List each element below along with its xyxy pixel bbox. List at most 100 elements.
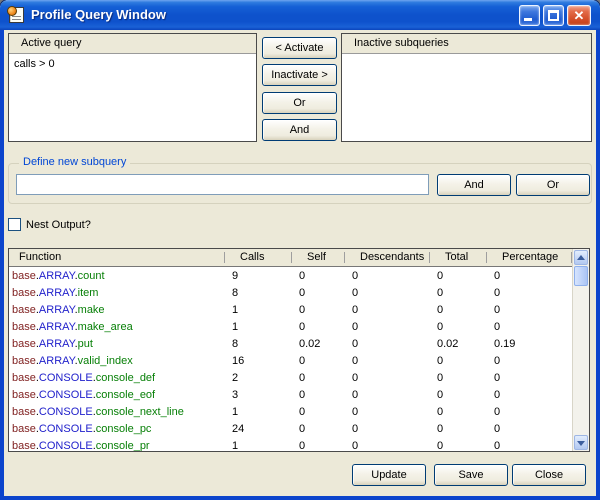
subquery-or-button[interactable]: Or: [516, 174, 590, 196]
window-title: Profile Query Window: [31, 0, 166, 30]
value-cell: 0: [429, 438, 486, 451]
minimize-button[interactable]: [519, 5, 540, 26]
app-icon: [9, 7, 24, 23]
value-cell: 0: [486, 302, 572, 319]
arrow-down-icon: [577, 441, 585, 446]
subquery-input[interactable]: [16, 174, 429, 195]
list-item[interactable]: calls > 0: [9, 55, 256, 70]
inactive-subqueries-list[interactable]: [342, 55, 591, 141]
value-cell: 0: [486, 285, 572, 302]
update-button[interactable]: Update: [352, 464, 426, 486]
value-cell: 0: [291, 438, 344, 451]
nest-output-label: Nest Output?: [26, 219, 91, 231]
column-header[interactable]: Calls: [224, 249, 291, 266]
value-cell: 0.02: [429, 336, 486, 353]
value-cell: 0: [291, 370, 344, 387]
value-cell: 0: [486, 268, 572, 285]
close-button[interactable]: ✕: [567, 5, 591, 26]
value-cell: 16: [224, 353, 291, 370]
value-cell: 0: [429, 319, 486, 336]
column-header[interactable]: Self: [291, 249, 344, 266]
value-cell: 24: [224, 421, 291, 438]
subquery-and-button[interactable]: And: [437, 174, 511, 196]
value-cell: 0.19: [486, 336, 572, 353]
minimize-icon: [524, 18, 532, 21]
value-cell: 0: [344, 285, 429, 302]
or-button[interactable]: Or: [262, 92, 337, 114]
value-cell: 0: [429, 421, 486, 438]
table-row[interactable]: base.ARRAY.item80000: [9, 285, 572, 302]
column-header[interactable]: Function: [9, 249, 224, 266]
value-cell: 0: [344, 438, 429, 451]
table-header: FunctionCallsSelfDescendantsTotalPercent…: [9, 249, 572, 267]
table-row[interactable]: base.ARRAY.count90000: [9, 268, 572, 285]
value-cell: 0: [291, 353, 344, 370]
value-cell: 0: [486, 370, 572, 387]
value-cell: 0: [429, 302, 486, 319]
value-cell: 0: [344, 404, 429, 421]
inactivate-button[interactable]: Inactivate >: [262, 64, 337, 86]
value-cell: 0.02: [291, 336, 344, 353]
value-cell: 0: [429, 268, 486, 285]
activate-button[interactable]: < Activate: [262, 37, 337, 59]
scroll-down-button[interactable]: [574, 435, 588, 450]
column-header[interactable]: Percentage: [486, 249, 572, 266]
close-icon: ✕: [568, 6, 590, 25]
value-cell: 0: [344, 319, 429, 336]
arrow-up-icon: [577, 255, 585, 260]
save-button[interactable]: Save: [434, 464, 508, 486]
active-query-panel: Active query calls > 0: [8, 33, 257, 142]
table-body[interactable]: base.ARRAY.count90000base.ARRAY.item8000…: [9, 268, 572, 451]
value-cell: 0: [344, 353, 429, 370]
nest-output-checkbox[interactable]: [8, 218, 21, 231]
value-cell: 8: [224, 336, 291, 353]
define-subquery-label: Define new subquery: [19, 156, 130, 168]
close-action-button[interactable]: Close: [512, 464, 586, 486]
function-cell: base.ARRAY.item: [9, 285, 224, 302]
function-cell: base.ARRAY.make: [9, 302, 224, 319]
table-row[interactable]: base.CONSOLE.console_pr10000: [9, 438, 572, 451]
and-button[interactable]: And: [262, 119, 337, 141]
title-bar[interactable]: Profile Query Window ✕: [0, 0, 600, 30]
value-cell: 0: [486, 387, 572, 404]
maximize-icon: [548, 10, 559, 21]
inactive-subqueries-panel: Inactive subqueries: [341, 33, 592, 142]
active-query-list[interactable]: calls > 0: [9, 55, 256, 141]
table-row[interactable]: base.ARRAY.make10000: [9, 302, 572, 319]
value-cell: 1: [224, 319, 291, 336]
value-cell: 0: [486, 421, 572, 438]
column-header[interactable]: Descendants: [344, 249, 429, 266]
scroll-up-button[interactable]: [574, 250, 588, 265]
value-cell: 0: [429, 404, 486, 421]
value-cell: 9: [224, 268, 291, 285]
value-cell: 0: [344, 370, 429, 387]
table-row[interactable]: base.CONSOLE.console_eof30000: [9, 387, 572, 404]
maximize-button[interactable]: [543, 5, 564, 26]
table-row[interactable]: base.ARRAY.make_area10000: [9, 319, 572, 336]
vertical-scrollbar[interactable]: [572, 249, 589, 451]
value-cell: 0: [429, 285, 486, 302]
table-row[interactable]: base.ARRAY.valid_index160000: [9, 353, 572, 370]
value-cell: 0: [486, 353, 572, 370]
value-cell: 0: [291, 268, 344, 285]
value-cell: 3: [224, 387, 291, 404]
value-cell: 0: [429, 370, 486, 387]
value-cell: 0: [344, 421, 429, 438]
value-cell: 0: [344, 336, 429, 353]
table-row[interactable]: base.CONSOLE.console_def20000: [9, 370, 572, 387]
scrollbar-thumb[interactable]: [574, 266, 588, 286]
value-cell: 0: [291, 387, 344, 404]
value-cell: 0: [429, 387, 486, 404]
table-row[interactable]: base.ARRAY.put80.0200.020.19: [9, 336, 572, 353]
value-cell: 0: [344, 268, 429, 285]
table-row[interactable]: base.CONSOLE.console_pc240000: [9, 421, 572, 438]
function-cell: base.ARRAY.valid_index: [9, 353, 224, 370]
active-query-header: Active query: [9, 34, 256, 54]
table-row[interactable]: base.CONSOLE.console_next_line10000: [9, 404, 572, 421]
value-cell: 0: [486, 438, 572, 451]
function-cell: base.CONSOLE.console_pc: [9, 421, 224, 438]
function-cell: base.CONSOLE.console_def: [9, 370, 224, 387]
function-cell: base.CONSOLE.console_eof: [9, 387, 224, 404]
column-header[interactable]: Total: [429, 249, 486, 266]
function-cell: base.CONSOLE.console_next_line: [9, 404, 224, 421]
